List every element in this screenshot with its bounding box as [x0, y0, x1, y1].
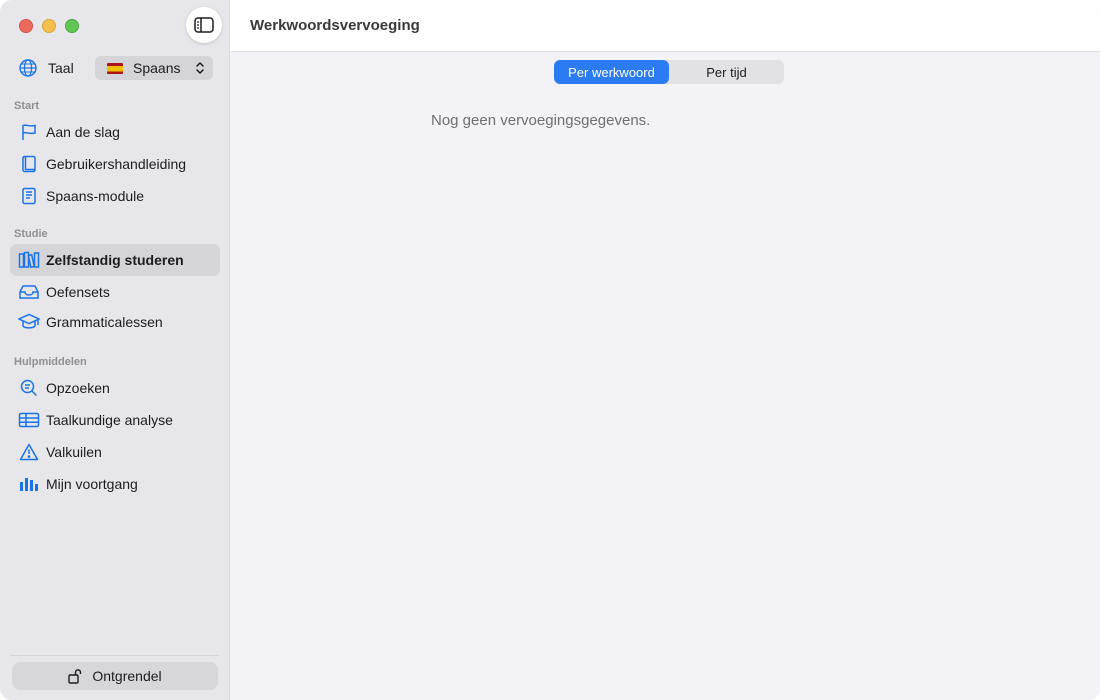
flag-icon: [18, 121, 40, 143]
sidebar-item-oefensets[interactable]: Oefensets: [10, 276, 220, 308]
app-window: Taal Spaans Start Aan de slag Gebruikers…: [0, 0, 1100, 700]
view-mode-segmented-control: Per werkwoord Per tijd: [554, 60, 784, 84]
sidebar-item-label: Grammaticalessen: [46, 314, 163, 330]
language-select-value: Spaans: [133, 60, 181, 76]
sidebar-divider: [10, 655, 219, 656]
sidebar-item-label: Taalkundige analyse: [46, 412, 173, 428]
unlock-button[interactable]: Ontgrendel: [12, 662, 218, 690]
section-title-start: Start: [14, 100, 40, 112]
warning-icon: [18, 441, 40, 463]
minimize-window-button[interactable]: [42, 19, 56, 33]
books-icon: [18, 249, 40, 271]
empty-state-message: Nog geen vervoegingsgegevens.: [431, 112, 651, 129]
unlock-icon: [68, 669, 82, 684]
sidebar-item-label: Zelfstandig studeren: [46, 252, 184, 268]
sidebar-item-mijn-voortgang[interactable]: Mijn voortgang: [10, 468, 220, 500]
window-controls: [19, 19, 79, 33]
toggle-sidebar-button[interactable]: [186, 7, 222, 43]
sidebar: Taal Spaans Start Aan de slag Gebruikers…: [0, 0, 230, 700]
sidebar-item-aan-de-slag[interactable]: Aan de slag: [10, 116, 220, 148]
globe-icon: [19, 59, 37, 77]
segment-per-tijd[interactable]: Per tijd: [669, 60, 784, 84]
segment-per-werkwoord[interactable]: Per werkwoord: [554, 60, 669, 84]
maximize-window-button[interactable]: [65, 19, 79, 33]
magnifier-text-icon: [18, 377, 40, 399]
sidebar-item-label: Valkuilen: [46, 444, 102, 460]
sidebar-item-valkuilen[interactable]: Valkuilen: [10, 436, 220, 468]
main-content: Werkwoordsvervoeging Per werkwoord Per t…: [230, 0, 1100, 700]
bar-chart-icon: [18, 473, 40, 495]
sidebar-item-opzoeken[interactable]: Opzoeken: [10, 372, 220, 404]
book-icon: [18, 153, 40, 175]
sidebar-item-label: Gebruikershandleiding: [46, 156, 187, 172]
sidebar-item-label: Opzoeken: [46, 380, 110, 396]
sidebar-item-label: Mijn voortgang: [46, 476, 138, 492]
sidebar-item-spaans-module[interactable]: Spaans-module: [10, 180, 220, 212]
sidebar-item-label: Oefensets: [46, 284, 110, 300]
language-row: Taal Spaans: [18, 56, 213, 80]
book-closed-icon: [18, 185, 40, 207]
page-title: Werkwoordsvervoeging: [250, 17, 420, 34]
sidebar-item-label: Spaans-module: [46, 188, 145, 204]
titlebar: Werkwoordsvervoeging: [230, 0, 1100, 52]
table-icon: [18, 409, 40, 431]
section-title-studie: Studie: [14, 228, 48, 240]
unlock-button-label: Ontgrendel: [92, 668, 162, 684]
spain-flag-icon: [107, 62, 123, 74]
chevron-up-down-icon: [196, 62, 204, 74]
close-window-button[interactable]: [19, 19, 33, 33]
sidebar-item-taalkundige-analyse[interactable]: Taalkundige analyse: [10, 404, 220, 436]
sidebar-toggle-icon: [194, 17, 214, 33]
tray-icon: [18, 281, 40, 303]
language-select[interactable]: Spaans: [95, 56, 213, 80]
section-title-hulpmiddelen: Hulpmiddelen: [14, 356, 87, 368]
graduation-cap-icon: [18, 311, 40, 333]
sidebar-item-zelfstandig-studeren[interactable]: Zelfstandig studeren: [10, 244, 220, 276]
sidebar-item-gebruikershandleiding[interactable]: Gebruikershandleiding: [10, 148, 220, 180]
sidebar-item-label: Aan de slag: [46, 124, 120, 140]
sidebar-item-grammaticalessen[interactable]: Grammaticalessen: [10, 306, 220, 338]
language-label: Taal: [48, 60, 74, 76]
